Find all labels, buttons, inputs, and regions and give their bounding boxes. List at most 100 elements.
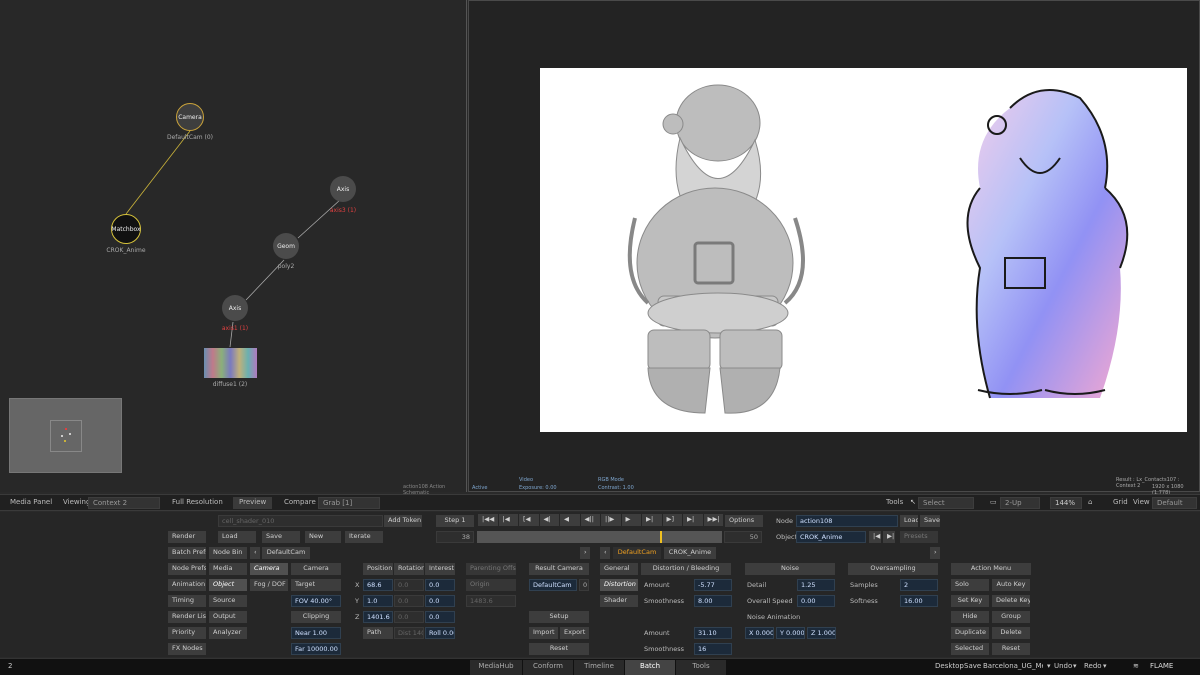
prev-object-icon[interactable]: |◀	[869, 531, 881, 543]
distortion-tab[interactable]: Distortion	[600, 579, 638, 591]
undo-button[interactable]: Undo	[1054, 662, 1072, 670]
position-z-field[interactable]: 1401.6	[363, 611, 393, 623]
import-button[interactable]: Import	[529, 627, 558, 639]
prev-mark-icon[interactable]: [◀	[519, 514, 539, 526]
menu-camera[interactable]: Camera	[250, 563, 288, 575]
noise-x-field[interactable]: X 0.000	[745, 627, 774, 639]
interest-x-field[interactable]: 0.0	[425, 579, 455, 591]
layout-field[interactable]: 2-Up	[1000, 497, 1040, 509]
shader-tab[interactable]: Shader	[600, 595, 638, 607]
prev-frame-key-icon[interactable]: ◀|	[539, 514, 559, 526]
group-button[interactable]: Group	[992, 611, 1030, 623]
full-resolution-button[interactable]: Full Resolution	[172, 498, 223, 506]
render-dropdown[interactable]: Render	[168, 531, 206, 543]
interest-y-field[interactable]: 0.0	[425, 595, 455, 607]
clipping-button[interactable]: Clipping	[291, 611, 341, 623]
tab-defaultcam[interactable]: DefaultCam	[262, 547, 310, 559]
object-field[interactable]: CROK_Anime	[796, 531, 866, 543]
zoom-field[interactable]: 144%	[1050, 497, 1082, 509]
geom-node[interactable]: Geom	[273, 233, 299, 259]
matchbox-node[interactable]: Matchbox	[111, 214, 141, 244]
cursor-icon[interactable]: ↖	[910, 498, 916, 506]
expand-right-icon-2[interactable]: ›	[930, 547, 940, 559]
grid-button[interactable]: Grid	[1113, 498, 1128, 506]
options-dropdown[interactable]: Options	[725, 515, 763, 527]
node-save-button[interactable]: Save	[920, 515, 940, 527]
camera-button[interactable]: Camera	[291, 563, 341, 575]
node-name-field[interactable]: action108	[796, 515, 898, 527]
collapse-left-icon-2[interactable]: ‹	[600, 547, 610, 559]
next-mark-icon[interactable]: ▶]	[662, 514, 682, 526]
export-button[interactable]: Export	[560, 627, 589, 639]
samples-field[interactable]: 2	[900, 579, 938, 591]
general-tab[interactable]: General	[600, 563, 638, 575]
tab-conform[interactable]: Conform	[523, 660, 573, 675]
noise-y-field[interactable]: Y 0.000	[776, 627, 805, 639]
noise-smoothness-field[interactable]: 16	[694, 643, 732, 655]
redo-dropdown-icon[interactable]: ▾	[1103, 662, 1107, 670]
go-to-end-icon[interactable]: ▶▶|	[703, 514, 723, 526]
position-button[interactable]: Position	[363, 563, 393, 575]
rotation-z-field[interactable]: 0.0	[394, 611, 424, 623]
menu-animation[interactable]: Animation	[168, 579, 206, 591]
dropdown-arrow-icon[interactable]: ▾	[1047, 662, 1051, 670]
collapse-left-icon[interactable]: ‹	[250, 547, 260, 559]
prev-key-icon[interactable]: |◀	[498, 514, 518, 526]
parenting-offset-button[interactable]: Parenting Offset	[466, 563, 516, 575]
result-camera-field[interactable]: DefaultCam	[529, 579, 577, 591]
amount-field[interactable]: -5.77	[694, 579, 732, 591]
home-icon[interactable]: ⌂	[1088, 498, 1092, 506]
preview-button[interactable]: Preview	[233, 497, 273, 509]
go-to-start-icon[interactable]: |◀◀	[478, 514, 498, 526]
new-dropdown[interactable]: New	[305, 531, 341, 543]
overall-speed-field[interactable]: 0.00	[797, 595, 835, 607]
view-field[interactable]: Default	[1152, 497, 1197, 509]
tab-crok-anime[interactable]: CROK_Anime	[664, 547, 716, 559]
menu-analyzer[interactable]: Analyzer	[209, 627, 247, 639]
view-label[interactable]: View	[1133, 498, 1150, 506]
roll-field[interactable]: Roll 0.00	[425, 627, 455, 639]
far-field[interactable]: Far 10000.00	[291, 643, 341, 655]
tab-mediahub[interactable]: MediaHub	[470, 660, 522, 675]
axis3-node[interactable]: Axis	[330, 176, 356, 202]
action-menu-button[interactable]: Action Menu	[951, 563, 1031, 575]
undo-dropdown-icon[interactable]: ▾	[1073, 662, 1077, 670]
fov-field[interactable]: FOV 40.00°	[291, 595, 341, 607]
dist-field[interactable]: Dist 1403	[394, 627, 424, 639]
action-schematic[interactable]: Camera DefaultCam (0) Matchbox CROK_Anim…	[0, 0, 467, 496]
menu-media[interactable]: Media	[209, 563, 247, 575]
noise-z-field[interactable]: Z 1.000	[807, 627, 836, 639]
tools-label[interactable]: Tools	[886, 498, 903, 506]
result-camera-number[interactable]: 0	[579, 579, 589, 591]
menu-object[interactable]: Object	[209, 579, 247, 591]
step-back-icon[interactable]: ◀	[560, 514, 580, 526]
interest-button[interactable]: Interest	[425, 563, 455, 575]
save-dropdown[interactable]: Save	[262, 531, 300, 543]
selected-dropdown[interactable]: Selected	[951, 643, 989, 655]
grab-field[interactable]: Grab [1]	[318, 497, 380, 509]
axis1-node[interactable]: Axis	[222, 295, 248, 321]
shader-name-field[interactable]: cell_shader_010	[218, 515, 383, 527]
diffuse-node-thumbnail[interactable]	[204, 348, 257, 378]
desktop-button[interactable]: Desktop	[935, 662, 964, 670]
iterate-dropdown[interactable]: Iterate	[345, 531, 383, 543]
delete-button[interactable]: Delete	[992, 627, 1030, 639]
expand-right-icon[interactable]: ›	[580, 547, 590, 559]
play-icon[interactable]: ▶	[621, 514, 641, 526]
tab-tools[interactable]: Tools	[676, 660, 726, 675]
timeline-playhead[interactable]	[660, 531, 662, 543]
batch-prefs-button[interactable]: Batch Prefs	[168, 547, 206, 559]
setup-button[interactable]: Setup	[529, 611, 589, 623]
menu-timing[interactable]: Timing	[168, 595, 206, 607]
project-name[interactable]: Barcelona_UG_Meetin	[983, 662, 1043, 670]
pause-icon[interactable]: ||▶	[601, 514, 621, 526]
presets-dropdown[interactable]: Presets	[900, 531, 938, 543]
minimap-viewport[interactable]	[50, 420, 82, 452]
play-reverse-icon[interactable]: ◀||	[580, 514, 600, 526]
load-dropdown[interactable]: Load	[218, 531, 256, 543]
step-button[interactable]: Step 1	[436, 515, 474, 527]
position-x-field[interactable]: 68.6	[363, 579, 393, 591]
result-camera-button[interactable]: Result Camera	[529, 563, 589, 575]
next-frame-key-icon[interactable]: ▶|	[642, 514, 662, 526]
frame-start-field[interactable]: 38	[436, 531, 474, 543]
